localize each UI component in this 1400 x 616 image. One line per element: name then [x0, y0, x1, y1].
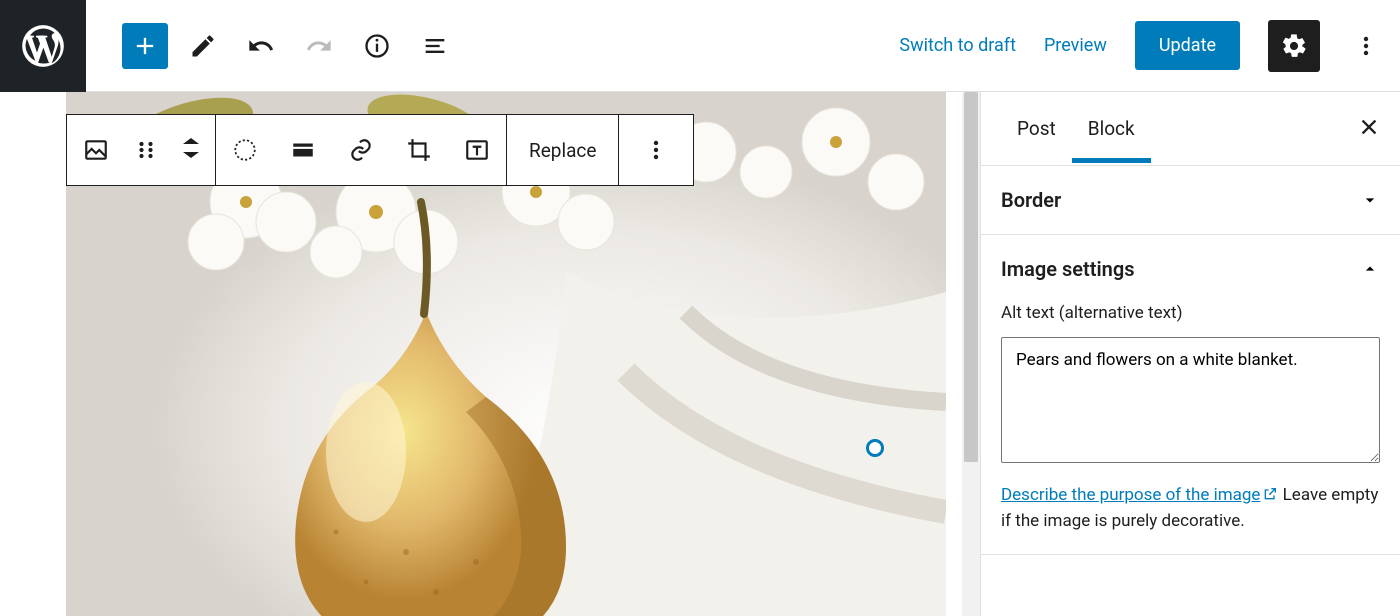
- settings-sidebar: Post Block Border Image settings Alt tex…: [980, 92, 1400, 616]
- chevron-up-icon: [1360, 259, 1380, 279]
- settings-button[interactable]: [1268, 20, 1320, 72]
- preview-button[interactable]: Preview: [1044, 35, 1107, 56]
- panel-image-settings-body: Alt text (alternative text) Describe the…: [981, 303, 1400, 554]
- tab-post[interactable]: Post: [1001, 95, 1072, 162]
- alt-text-help-link[interactable]: Describe the purpose of the image: [1001, 485, 1278, 505]
- pencil-icon: [189, 32, 217, 60]
- sidebar-tabs: Post Block: [981, 92, 1400, 166]
- list-view-icon: [421, 32, 449, 60]
- wide-width-button[interactable]: [274, 115, 332, 185]
- add-block-button[interactable]: [122, 23, 168, 69]
- crop-button[interactable]: [390, 115, 448, 185]
- undo-button[interactable]: [238, 23, 284, 69]
- text-overlay-button[interactable]: [448, 115, 506, 185]
- link-button[interactable]: [332, 115, 390, 185]
- edit-mode-button[interactable]: [180, 23, 226, 69]
- redo-icon: [305, 32, 333, 60]
- close-sidebar-button[interactable]: [1358, 116, 1380, 138]
- panel-border-title: Border: [1001, 188, 1061, 212]
- block-type-button[interactable]: [67, 115, 125, 185]
- block-toolbar: Replace: [66, 114, 694, 186]
- update-button[interactable]: Update: [1135, 21, 1240, 70]
- image-icon: [83, 137, 109, 163]
- external-link-icon: [1262, 486, 1278, 502]
- replace-button[interactable]: Replace: [507, 115, 618, 185]
- panel-border-toggle[interactable]: Border: [981, 166, 1400, 234]
- redo-button: [296, 23, 342, 69]
- block-mover[interactable]: [167, 115, 215, 185]
- tab-block[interactable]: Block: [1072, 95, 1151, 162]
- panel-border: Border: [981, 166, 1400, 235]
- drag-handle[interactable]: [125, 115, 167, 185]
- text-over-image-icon: [464, 137, 490, 163]
- align-none-icon: [232, 137, 258, 163]
- link-icon: [348, 137, 374, 163]
- more-vertical-icon: [653, 138, 659, 162]
- editor-canvas-region: Replace: [0, 92, 980, 616]
- more-vertical-icon: [1363, 34, 1369, 58]
- chevron-down-icon: [1360, 190, 1380, 210]
- panel-image-settings-title: Image settings: [1001, 257, 1135, 281]
- panel-image-settings-toggle[interactable]: Image settings: [981, 235, 1400, 303]
- chevron-up-icon: [183, 138, 199, 148]
- options-button[interactable]: [1348, 23, 1384, 69]
- close-icon: [1358, 116, 1380, 138]
- crop-icon: [406, 137, 432, 163]
- wordpress-icon: [18, 21, 68, 71]
- editor-main: Replace Post Block Border: [0, 92, 1400, 616]
- alt-text-help: Describe the purpose of the image Leave …: [1001, 483, 1380, 534]
- list-view-button[interactable]: [412, 23, 458, 69]
- alt-text-input[interactable]: [1001, 337, 1380, 463]
- switch-to-draft-button[interactable]: Switch to draft: [899, 35, 1016, 56]
- drag-icon: [137, 141, 155, 159]
- document-tools: [86, 23, 458, 69]
- image-resize-handle[interactable]: [866, 439, 884, 457]
- editor-top-bar: Switch to draft Preview Update: [0, 0, 1400, 92]
- canvas-scrollbar-thumb[interactable]: [964, 92, 978, 462]
- block-more-options-button[interactable]: [619, 115, 693, 185]
- gear-icon: [1280, 32, 1308, 60]
- panel-image-settings: Image settings Alt text (alternative tex…: [981, 235, 1400, 555]
- details-button[interactable]: [354, 23, 400, 69]
- chevron-down-icon: [183, 152, 199, 162]
- alt-text-label: Alt text (alternative text): [1001, 303, 1380, 323]
- wordpress-logo[interactable]: [0, 0, 86, 92]
- canvas-scrollbar-track[interactable]: [962, 92, 980, 616]
- undo-icon: [247, 32, 275, 60]
- plus-icon: [131, 32, 159, 60]
- align-wide-icon: [290, 137, 316, 163]
- publish-tools: Switch to draft Preview Update: [899, 20, 1400, 72]
- info-icon: [363, 32, 391, 60]
- align-button[interactable]: [216, 115, 274, 185]
